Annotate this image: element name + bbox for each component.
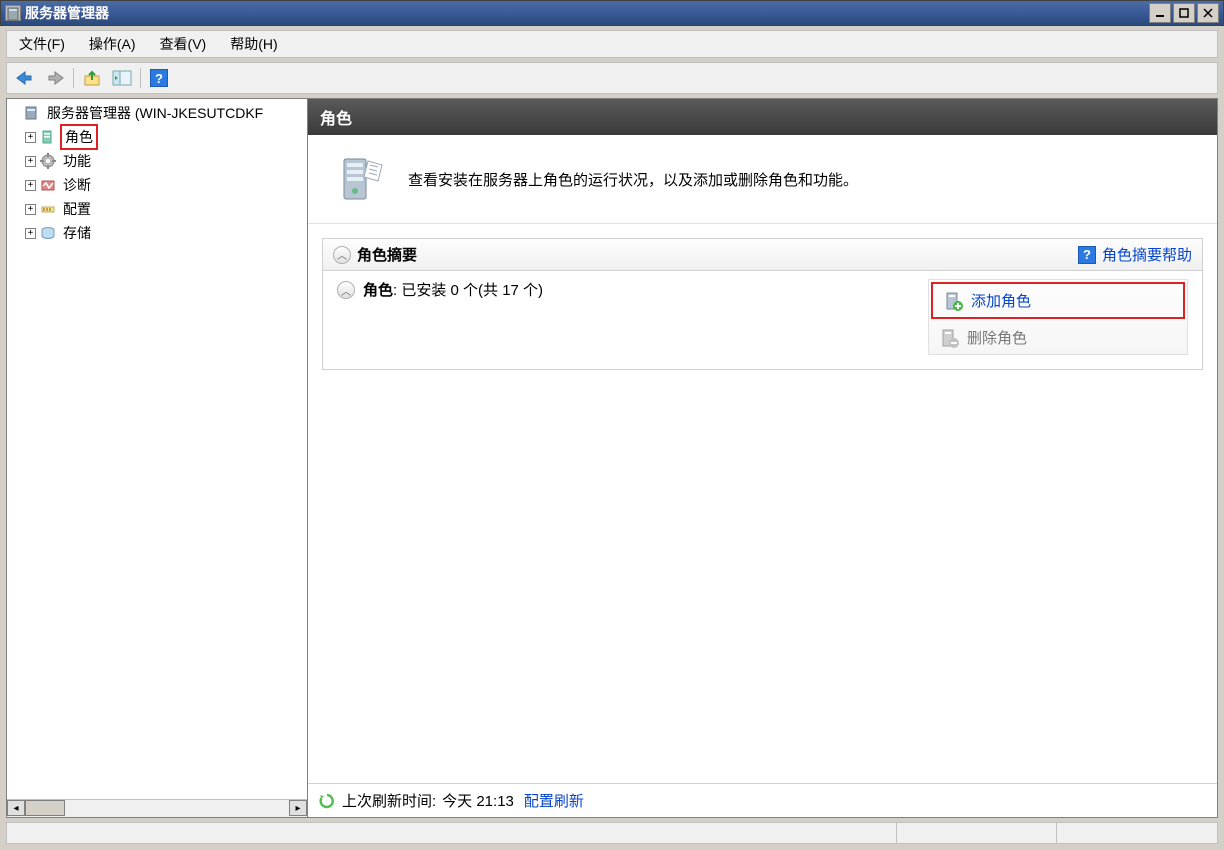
scroll-right-button[interactable]: ▸ <box>289 800 307 816</box>
tree-item-label: 配置 <box>60 198 94 220</box>
roles-summary-section: ︿ 角色摘要 ? 角色摘要帮助 ︿ 角色: 已安装 0 个(共 17 个) <box>322 238 1203 370</box>
tree-item-features[interactable]: + 功能 <box>9 149 305 173</box>
help-link[interactable]: 角色摘要帮助 <box>1102 244 1192 265</box>
menu-view[interactable]: 查看(V) <box>156 32 211 56</box>
add-role-icon <box>943 291 963 311</box>
up-level-button[interactable] <box>80 66 104 90</box>
remove-role-label: 删除角色 <box>967 327 1027 348</box>
tree-panel: + 服务器管理器 (WIN-JKESUTCDKF + 角色 + 功能 <box>6 98 308 818</box>
collapse-button[interactable]: ︿ <box>333 246 351 264</box>
expand-icon[interactable]: + <box>25 204 36 215</box>
app-icon <box>5 5 21 21</box>
expand-icon[interactable]: + <box>25 156 36 167</box>
expand-icon[interactable]: + <box>25 132 36 143</box>
add-role-action[interactable]: 添加角色 <box>931 282 1185 319</box>
content-banner: 查看安装在服务器上角色的运行状况，以及添加或删除角色和功能。 <box>308 135 1217 224</box>
menu-help[interactable]: 帮助(H) <box>226 32 281 56</box>
remove-role-icon <box>939 328 959 348</box>
refresh-icon <box>318 792 336 810</box>
tree-item-roles[interactable]: + 角色 <box>9 125 305 149</box>
statusbar-cell <box>1057 823 1217 843</box>
tree-item-label: 角色 <box>60 124 98 150</box>
menubar: 文件(F) 操作(A) 查看(V) 帮助(H) <box>6 30 1218 58</box>
menu-action[interactable]: 操作(A) <box>85 32 140 56</box>
close-button[interactable] <box>1197 3 1219 23</box>
role-status: 角色: 已安装 0 个(共 17 个) <box>363 279 543 300</box>
server-icon <box>24 105 40 121</box>
configure-refresh-link[interactable]: 配置刷新 <box>524 790 584 811</box>
refresh-bar: 上次刷新时间: 今天 21:13 配置刷新 <box>308 783 1217 817</box>
window-title: 服务器管理器 <box>25 3 1149 23</box>
tree-item-configuration[interactable]: + 配置 <box>9 197 305 221</box>
tree-item-label: 诊断 <box>60 174 94 196</box>
expand-icon[interactable]: + <box>25 228 36 239</box>
expand-icon[interactable]: + <box>25 180 36 191</box>
role-status-value: 已安装 0 个(共 17 个) <box>401 282 543 299</box>
tree-item-diagnostics[interactable]: + 诊断 <box>9 173 305 197</box>
configuration-icon <box>40 201 56 217</box>
show-hide-tree-button[interactable] <box>110 66 134 90</box>
statusbar <box>6 822 1218 844</box>
toolbar-separator <box>140 68 141 88</box>
storage-icon <box>40 225 56 241</box>
section-help[interactable]: ? 角色摘要帮助 <box>1078 244 1192 265</box>
menu-file[interactable]: 文件(F) <box>15 32 69 56</box>
features-icon <box>40 153 56 169</box>
tree-horizontal-scrollbar[interactable]: ◂ ▸ <box>7 799 307 817</box>
content-panel: 角色 查看安装在服务器上角色的运行状况，以及添加或删除角色和功能。 <box>308 98 1218 818</box>
content-header: 角色 <box>308 99 1217 135</box>
help-icon: ? <box>150 69 168 87</box>
section-header: ︿ 角色摘要 ? 角色摘要帮助 <box>323 239 1202 271</box>
maximize-button[interactable] <box>1173 3 1195 23</box>
collapse-button[interactable]: ︿ <box>337 281 355 299</box>
add-role-label: 添加角色 <box>971 290 1031 311</box>
help-button[interactable]: ? <box>147 66 171 90</box>
statusbar-cell <box>897 823 1057 843</box>
roles-icon <box>40 129 56 145</box>
minimize-button[interactable] <box>1149 3 1171 23</box>
roles-banner-icon <box>332 151 388 207</box>
actions-panel: 添加角色 删除角色 <box>928 279 1188 355</box>
role-status-label: 角色 <box>363 282 393 299</box>
scroll-track[interactable] <box>25 800 289 817</box>
banner-text: 查看安装在服务器上角色的运行状况，以及添加或删除角色和功能。 <box>408 169 858 190</box>
scroll-left-button[interactable]: ◂ <box>7 800 25 816</box>
tree-root-label: 服务器管理器 (WIN-JKESUTCDKF <box>44 102 266 124</box>
remove-role-action[interactable]: 删除角色 <box>929 321 1187 354</box>
tree-item-label: 存储 <box>60 222 94 244</box>
scroll-thumb[interactable] <box>25 800 65 816</box>
diagnostics-icon <box>40 177 56 193</box>
refresh-label: 上次刷新时间: <box>342 790 436 811</box>
nav-forward-button[interactable] <box>43 66 67 90</box>
section-title: 角色摘要 <box>357 244 1072 265</box>
toolbar: ? <box>6 62 1218 94</box>
tree-root[interactable]: + 服务器管理器 (WIN-JKESUTCDKF <box>9 101 305 125</box>
toolbar-separator <box>73 68 74 88</box>
tree-item-label: 功能 <box>60 150 94 172</box>
refresh-value: 今天 21:13 <box>442 790 514 811</box>
nav-back-button[interactable] <box>13 66 37 90</box>
tree-item-storage[interactable]: + 存储 <box>9 221 305 245</box>
nav-tree[interactable]: + 服务器管理器 (WIN-JKESUTCDKF + 角色 + 功能 <box>9 101 305 245</box>
statusbar-cell <box>7 823 897 843</box>
help-icon: ? <box>1078 246 1096 264</box>
titlebar: 服务器管理器 <box>0 0 1224 26</box>
